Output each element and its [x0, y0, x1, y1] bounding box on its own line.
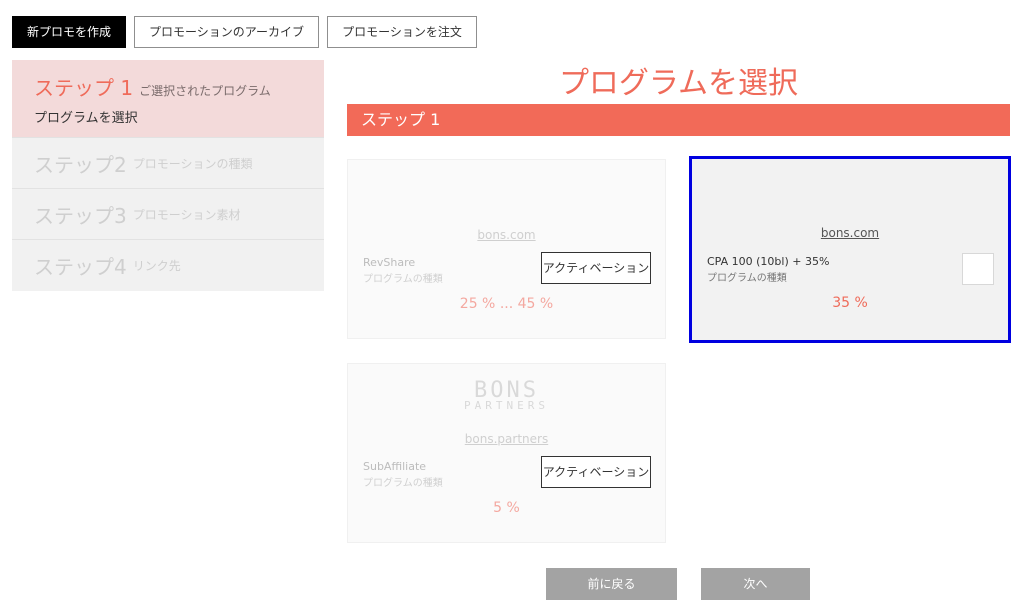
- step-3: ステップ3 プロモーション素材: [12, 189, 324, 240]
- step-description: プロモーションの種類: [132, 156, 253, 171]
- step-description: ご選択されたプログラム: [139, 84, 271, 98]
- bons-partners-logo: BONS PARTNERS: [464, 378, 549, 412]
- program-name: SubAffiliate: [363, 460, 427, 473]
- program-type-label: プログラムの種類: [707, 273, 787, 284]
- program-site-link[interactable]: bons.com: [692, 226, 1008, 240]
- back-button[interactable]: 前に戻る: [546, 568, 677, 600]
- program-percent: 35 %: [832, 295, 868, 311]
- program-card-subaffiliate: BONS PARTNERS bons.partners SubAffiliate…: [347, 363, 666, 543]
- program-select-checkbox[interactable]: [962, 253, 994, 285]
- step-number: ステップ3: [34, 203, 127, 228]
- program-name: RevShare: [363, 256, 416, 269]
- next-button[interactable]: 次へ: [701, 568, 810, 600]
- tab-new-promo[interactable]: 新プロモを作成: [12, 16, 127, 48]
- step-number: ステップ4: [34, 255, 127, 279]
- top-tabs: 新プロモを作成 プロモーションのアーカイブ プロモーションを注文: [12, 16, 477, 48]
- step-selected-value: プログラムを選択: [34, 111, 138, 126]
- program-site-link[interactable]: bons.com: [348, 228, 665, 242]
- activate-button[interactable]: アクティベーション: [541, 252, 651, 284]
- program-percent: 5 %: [493, 500, 520, 516]
- program-type-label: プログラムの種類: [363, 478, 443, 489]
- page: 新プロモを作成 プロモーションのアーカイブ プロモーションを注文 ステップ 1 ご…: [0, 0, 1024, 607]
- step-4: ステップ4 リンク先: [12, 240, 324, 291]
- step-number: ステップ2: [34, 152, 127, 177]
- step-2: ステップ2 プロモーションの種類: [12, 138, 324, 189]
- steps-sidebar: ステップ 1 ご選択されたプログラム プログラムを選択 ステップ2 プロモーションの…: [12, 60, 324, 291]
- tab-order-promo[interactable]: プロモーションを注文: [327, 16, 477, 48]
- page-title: プログラムを選択: [558, 66, 799, 101]
- step-number: ステップ 1: [34, 76, 134, 100]
- step-description: プロモーション素材: [132, 207, 241, 222]
- step-header-bar: ステップ 1: [347, 104, 1010, 136]
- program-name: CPA 100 (10bl) + 35%: [707, 255, 830, 268]
- tab-promo-archive[interactable]: プロモーションのアーカイブ: [134, 16, 320, 48]
- program-site-link[interactable]: bons.partners: [348, 432, 665, 446]
- step-description: リンク先: [132, 259, 181, 273]
- activate-button[interactable]: アクティベーション: [541, 456, 651, 488]
- program-card-revshare: bons.com RevShare プログラムの種類 アクティベーション 25 …: [347, 159, 666, 339]
- program-percent: 25 % ... 45 %: [459, 296, 554, 312]
- program-card-cpa[interactable]: bons.com CPA 100 (10bl) + 35% プログラムの種類 3…: [689, 156, 1011, 343]
- step-1[interactable]: ステップ 1 ご選択されたプログラム プログラムを選択: [12, 60, 324, 138]
- program-type-label: プログラムの種類: [363, 274, 443, 285]
